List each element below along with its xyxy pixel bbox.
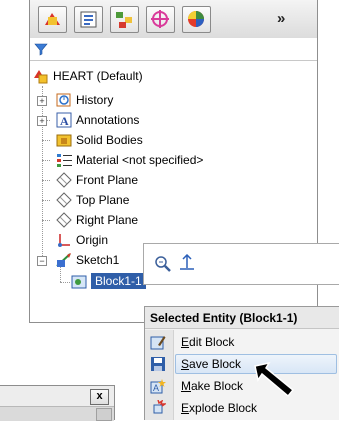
tree-connector — [42, 86, 43, 256]
configuration-manager-icon — [116, 12, 132, 28]
menu-item-save-block[interactable]: Save Block — [145, 353, 339, 375]
context-toolbar — [143, 243, 339, 285]
edit-block-icon — [150, 336, 166, 350]
tree-root-label: HEART (Default) — [53, 69, 143, 83]
filter-icon[interactable] — [34, 42, 48, 56]
more-tabs-chevron[interactable]: » — [277, 10, 285, 27]
normal-to-icon[interactable] — [178, 253, 196, 273]
menu-item-label: Explode Block — [181, 397, 257, 419]
menu-item-label-rest: xplode Block — [189, 401, 258, 415]
accelerator-key: E — [181, 335, 190, 349]
menu-item-label: Save Block — [181, 353, 241, 375]
tree-item-label: Top Plane — [76, 193, 130, 207]
tree-item-label: Annotations — [76, 113, 140, 127]
configuration-manager-tab[interactable] — [110, 6, 139, 33]
filter-row — [30, 38, 317, 61]
menu-item-make-block[interactable]: A Make Block — [145, 375, 339, 397]
tree-item-label: Front Plane — [76, 173, 139, 187]
expand-history-toggle[interactable]: + — [37, 96, 47, 106]
background-dialog: x — [0, 385, 115, 421]
make-block-icon: A — [150, 379, 166, 394]
tree-item-label: Block1-1 — [91, 273, 146, 289]
annotations-icon: A — [56, 112, 72, 128]
plane-icon — [56, 192, 72, 208]
feature-manager-icon — [45, 13, 60, 25]
part-icon — [34, 70, 48, 84]
menu-item-label-rest: ave Block — [189, 357, 242, 371]
mouse-pointer-arrow — [254, 361, 295, 398]
property-manager-icon — [80, 11, 97, 28]
menu-item-label: Edit Block — [181, 331, 234, 353]
tree-item-label: History — [76, 93, 114, 107]
save-block-icon — [151, 357, 165, 371]
dialog-close-button[interactable]: x — [90, 389, 109, 405]
svg-text:A: A — [153, 383, 159, 393]
history-icon — [56, 93, 71, 107]
accelerator-key: E — [181, 401, 190, 415]
tree-item-label: Right Plane — [76, 213, 139, 227]
tree-item-label: Sketch1 — [76, 253, 120, 267]
sketch-icon — [56, 253, 71, 267]
context-menu: Selected Entity (Block1-1) Edit Block Sa… — [144, 306, 339, 420]
tree-connector — [42, 140, 50, 141]
material-icon — [57, 154, 72, 167]
tree-item-label: Origin — [76, 233, 109, 247]
menu-item-label-rest: dit Block — [189, 335, 235, 349]
tree-item-label: Material <not specified> — [76, 153, 204, 167]
dimxpert-tab[interactable] — [146, 6, 175, 33]
tree-connector — [42, 160, 50, 161]
menu-item-explode-block[interactable]: Explode Block — [145, 397, 339, 419]
property-manager-tab[interactable] — [74, 6, 103, 33]
display-manager-icon — [188, 11, 204, 27]
manager-tabs-toolbar: » — [30, 0, 317, 39]
context-menu-title: Selected Entity (Block1-1) — [145, 307, 339, 329]
accelerator-key: M — [181, 379, 191, 393]
feature-manager-tab[interactable] — [38, 6, 67, 33]
block-icon — [71, 275, 87, 289]
collapse-sketch-toggle[interactable]: − — [37, 256, 47, 266]
display-manager-tab[interactable] — [182, 6, 211, 33]
origin-icon — [58, 234, 70, 247]
dimxpert-icon — [151, 10, 169, 28]
dialog-scroll-button[interactable] — [96, 408, 112, 421]
plane-icon — [56, 212, 72, 228]
expand-annotations-toggle[interactable]: + — [37, 116, 47, 126]
zoom-to-selection-icon[interactable] — [154, 255, 172, 273]
tree-connector — [42, 180, 50, 181]
solid-bodies-icon — [56, 134, 72, 147]
plane-icon — [56, 172, 72, 188]
explode-block-icon — [153, 400, 166, 414]
tree-item-label: Solid Bodies — [76, 133, 143, 147]
svg-text:A: A — [60, 114, 69, 128]
accelerator-key: S — [181, 357, 190, 371]
menu-item-label-rest: ake Block — [191, 379, 244, 393]
menu-item-edit-block[interactable]: Edit Block — [145, 331, 339, 353]
menu-item-label: Make Block — [181, 375, 243, 397]
tree-connector — [42, 220, 50, 221]
tree-connector — [60, 282, 70, 283]
tree-connector — [42, 200, 50, 201]
